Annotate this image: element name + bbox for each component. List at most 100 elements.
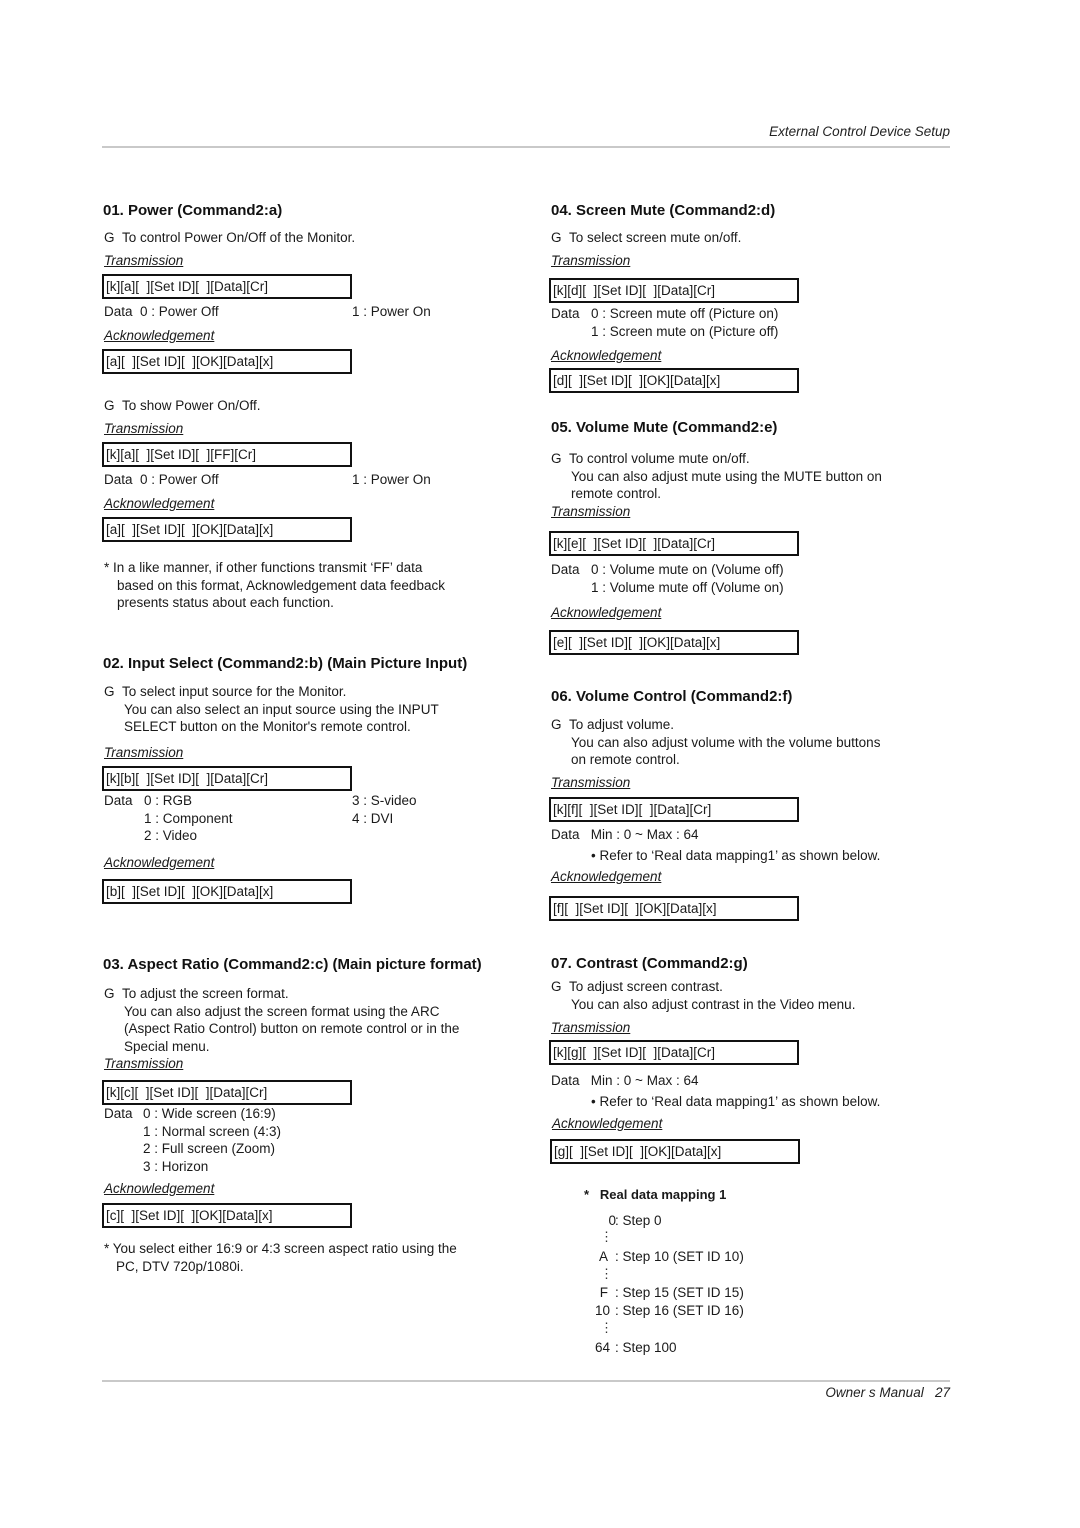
transmission-label: Transmission (551, 253, 631, 268)
acknowledgement-format-box: [d][ ][Set ID][ ][OK][Data][x] (549, 368, 799, 393)
mapping-key-2: F (599, 1285, 608, 1300)
desc-text: You can also adjust contrast in the Vide… (571, 996, 856, 1012)
acknowledgement-label: Acknowledgement (551, 348, 662, 363)
data-value: 0 : Screen mute off (Picture on) (591, 306, 779, 321)
section-title-aspect-ratio: 03. Aspect Ratio (Command2:c) (Main pict… (103, 956, 482, 973)
footer-divider (102, 1380, 950, 1382)
mapping-title: * Real data mapping 1 (584, 1187, 726, 1202)
mapping-key-3: 10 (594, 1303, 610, 1318)
ellipsis-vertical-icon: ⋮ (600, 1229, 613, 1244)
data-values-right: 3 : S-video 4 : DVI (352, 792, 417, 827)
refer-note: • Refer to ‘Real data mapping1’ as shown… (591, 1094, 881, 1109)
section-title-power: 01. Power (Command2:a) (103, 202, 283, 219)
data-label: Data (104, 1106, 133, 1121)
section-title-input-select: 02. Input Select (Command2:b) (Main Pict… (103, 655, 468, 672)
note-line: * In a like manner, if other functions t… (104, 560, 423, 575)
acknowledgement-label: Acknowledgement (552, 1116, 663, 1131)
data-range: Data Min : 0 ~ Max : 64 (551, 1072, 698, 1090)
desc-text: You can also adjust the screen format us… (124, 1003, 440, 1019)
section-title-volume-control: 06. Volume Control (Command2:f) (551, 688, 793, 705)
desc-text: SELECT button on the Monitor's remote co… (124, 719, 411, 734)
section-title-contrast: 07. Contrast (Command2:g) (551, 955, 748, 972)
data-label: Data (104, 472, 133, 487)
transmission-label: Transmission (104, 745, 184, 760)
desc-text: Special menu. (124, 1038, 210, 1054)
input-select-desc: G To select input source for the Monitor.… (104, 683, 439, 736)
data-values: 0 : Volume mute on (Volume off) 1 : Volu… (591, 561, 784, 596)
ellipsis-vertical-icon: ⋮ (600, 1266, 613, 1281)
data-values-left: 0 : RGB 1 : Component 2 : Video (144, 792, 233, 845)
desc-text: To adjust volume. (569, 717, 675, 732)
data-label: Data (104, 304, 133, 319)
mapping-val-2: : Step 15 (SET ID 15) (615, 1285, 744, 1300)
section-title-screen-mute: 04. Screen Mute (Command2:d) (551, 202, 776, 219)
data-value: 4 : DVI (352, 810, 394, 826)
note-line: presents status about each function. (117, 595, 334, 610)
data-value: 0 : RGB (144, 793, 193, 808)
transmission-format-box: [k][g][ ][Set ID][ ][Data][Cr] (549, 1040, 799, 1065)
desc-text: To select input source for the Monitor. (122, 684, 347, 699)
mapping-key-4: 64 (594, 1340, 610, 1355)
desc-text: To adjust screen contrast. (569, 979, 723, 994)
mapping-val-0: : Step 0 (615, 1213, 662, 1228)
bullet-glyph: G (104, 398, 115, 413)
refer-note: • Refer to ‘Real data mapping1’ as shown… (591, 848, 881, 863)
acknowledgement-label: Acknowledgement (104, 496, 215, 511)
range-value: Min : 0 ~ Max : 64 (590, 1073, 699, 1088)
acknowledgement-format-box: [g][ ][Set ID][ ][OK][Data][x] (550, 1139, 800, 1164)
mapping-val-1: : Step 10 (SET ID 10) (615, 1249, 744, 1264)
page-footer: Owner s Manual 27 (825, 1385, 950, 1400)
acknowledgement-format-box: [f][ ][Set ID][ ][OK][Data][x] (549, 896, 799, 921)
aspect-ratio-note: * You select either 16:9 or 4:3 screen a… (104, 1240, 457, 1275)
transmission-label: Transmission (104, 253, 184, 268)
mapping-val-3: : Step 16 (SET ID 16) (615, 1303, 744, 1318)
transmission-label: Transmission (104, 1056, 184, 1071)
desc-text: on remote control. (571, 752, 680, 767)
aspect-ratio-desc: G To adjust the screen format. You can al… (104, 985, 459, 1055)
acknowledgement-format-box: [b][ ][Set ID][ ][OK][Data][x] (102, 879, 352, 904)
section-title-volume-mute: 05. Volume Mute (Command2:e) (551, 419, 778, 436)
acknowledgement-label: Acknowledgement (551, 605, 662, 620)
data-value: 3 : S-video (352, 793, 417, 808)
desc-text: You can also adjust volume with the volu… (571, 734, 881, 750)
data-row: Data 0 : Power Off (104, 303, 219, 321)
data-value: 2 : Video (144, 828, 198, 843)
bullet-glyph: G (551, 230, 562, 245)
bullet-glyph: G (104, 684, 115, 699)
data-values: 0 : Wide screen (16:9) 1 : Normal screen… (143, 1105, 281, 1175)
data-value: 0 : Wide screen (16:9) (143, 1106, 276, 1121)
page-number: 27 (934, 1385, 950, 1400)
transmission-format-box: [k][d][ ][Set ID][ ][Data][Cr] (549, 278, 799, 303)
screen-mute-desc: G To select screen mute on/off. (551, 229, 741, 247)
bullet-glyph: G (551, 717, 562, 732)
bullet-glyph: G (551, 451, 562, 466)
transmission-format-box: [k][f][ ][Set ID][ ][Data][Cr] (549, 797, 799, 822)
desc-text: To control Power On/Off of the Monitor. (122, 230, 356, 245)
acknowledgement-label: Acknowledgement (104, 855, 215, 870)
data-label: Data (551, 1073, 580, 1088)
note-line: based on this format, Acknowledgement da… (117, 577, 445, 593)
note-line: * You select either 16:9 or 4:3 screen a… (104, 1241, 457, 1256)
range-value: Min : 0 ~ Max : 64 (590, 827, 699, 842)
footer-label: Owner s Manual (825, 1385, 924, 1400)
desc-text: To control volume mute on/off. (569, 451, 750, 466)
data-value-1: 1 : Power On (352, 304, 431, 319)
transmission-label: Transmission (551, 775, 631, 790)
data-value-0: 0 : Power Off (140, 472, 219, 487)
transmission-format-box: [k][c][ ][Set ID][ ][Data][Cr] (102, 1080, 352, 1105)
data-value: 3 : Horizon (143, 1158, 209, 1174)
data-value: 1 : Component (144, 810, 233, 826)
contrast-desc: G To adjust screen contrast. You can also… (551, 978, 855, 1013)
data-value-0: 0 : Power Off (140, 304, 219, 319)
star-glyph: * (584, 1187, 590, 1202)
transmission-label: Transmission (551, 504, 631, 519)
acknowledgement-format-box: [a][ ][Set ID][ ][OK][Data][x] (102, 517, 352, 542)
ellipsis-vertical-icon: ⋮ (600, 1320, 613, 1335)
data-value: 1 : Volume mute off (Volume on) (591, 579, 784, 595)
acknowledgement-format-box: [a][ ][Set ID][ ][OK][Data][x] (102, 349, 352, 374)
transmission-format-box: [k][a][ ][Set ID][ ][Data][Cr] (102, 274, 352, 299)
header-divider (102, 146, 950, 148)
power-desc: G To control Power On/Off of the Monitor. (104, 229, 355, 247)
data-label: Data (104, 793, 133, 808)
acknowledgement-label: Acknowledgement (104, 1181, 215, 1196)
